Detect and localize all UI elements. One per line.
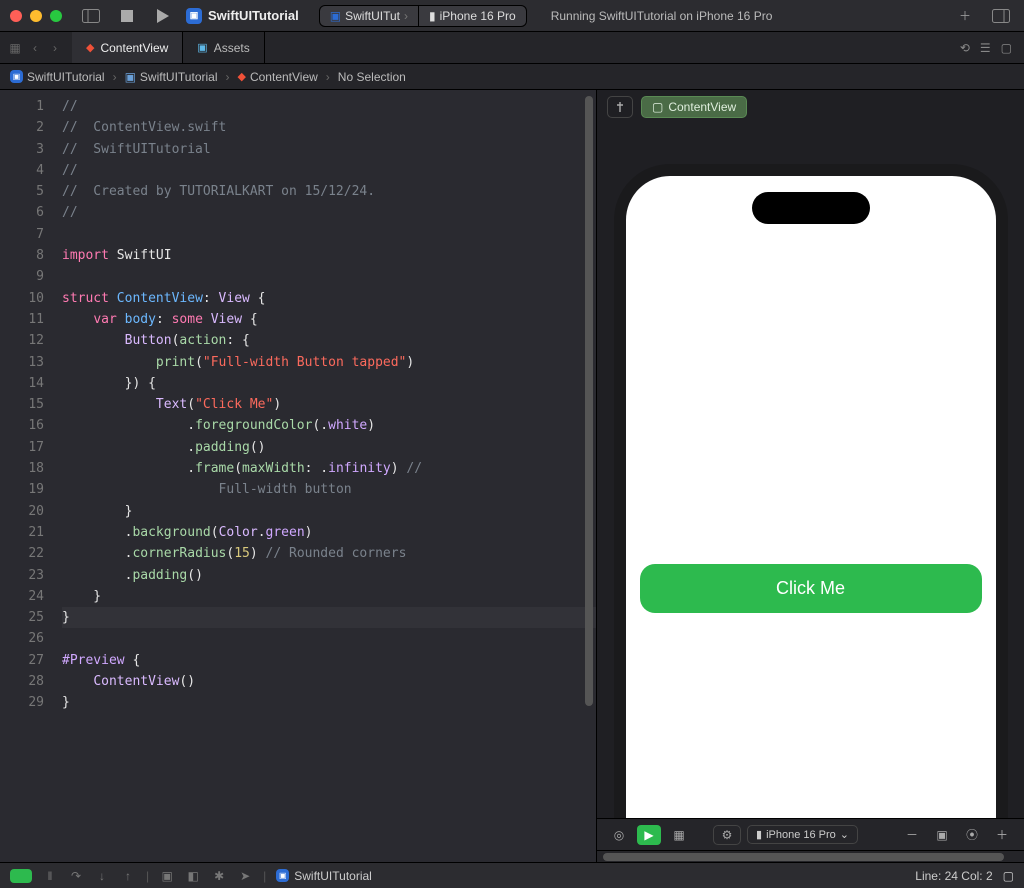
pin-preview-button[interactable] [607,96,633,118]
scheme-target-label: SwiftUITut [345,9,400,23]
file-tab[interactable]: ▣ Assets [183,32,264,63]
build-status: Running SwiftUITutorial on iPhone 16 Pro [551,9,773,23]
console-toggle-icon[interactable]: ▢ [1003,869,1014,883]
step-over-icon[interactable]: ↷ [68,869,84,883]
chevron-right-icon: › [326,70,330,84]
device-frame: Click Me [614,164,1008,818]
close-window-button[interactable] [10,10,22,22]
chevron-right-icon: › [226,70,230,84]
line-gutter: 1234567891011121314151617181920212223242… [0,90,56,862]
source-code[interactable]: //// ContentView.swift// SwiftUITutorial… [56,90,596,862]
asset-catalog-icon: ▣ [197,41,207,54]
preview-button-label: Click Me [776,578,845,598]
window-controls [10,10,62,22]
variants-button[interactable]: ▦ [667,825,691,845]
chevron-right-icon: › [113,70,117,84]
breadcrumb: ▣ SwiftUITutorial › ▣ SwiftUITutorial › … [0,64,1024,90]
file-tabbar: ▦ ‹ › ◆ ContentView ▣ Assets ⟲ ☰ ▢ [0,32,1024,64]
environment-overrides-icon[interactable]: ✱ [211,869,227,883]
zoom-fit-button[interactable]: ▣ [930,825,954,845]
scheme-selector[interactable]: ▣ SwiftUITut › ▮ iPhone 16 Pro [319,5,527,27]
zoom-in-button[interactable]: ＋ [990,825,1014,845]
sidebar-toggle-icon[interactable] [78,6,104,26]
project-name-label: SwiftUITutorial [208,8,299,23]
stop-button[interactable] [114,6,140,26]
preview-button[interactable]: Click Me [640,564,982,613]
titlebar: ▣ SwiftUITutorial ▣ SwiftUITut › ▮ iPhon… [0,0,1024,32]
fullscreen-button[interactable] [50,10,62,22]
file-tab[interactable]: ◆ ContentView [72,32,183,63]
breadcrumb-item[interactable]: ▣ SwiftUITutorial [125,70,218,84]
app-icon: ▣ [186,8,202,24]
horizontal-scrollbar[interactable] [597,850,1024,862]
debug-target[interactable]: ▣ SwiftUITutorial [276,869,372,883]
device-icon: ▮ [756,828,762,841]
device-settings-button[interactable]: ⚙ [713,825,741,845]
app-icon: ▣ [10,70,23,83]
preview-target-label: ContentView [668,100,736,114]
nav-back-button[interactable]: ‹ [26,41,44,55]
debug-status-pill[interactable] [10,869,32,883]
minimize-window-button[interactable] [30,10,42,22]
vertical-scrollbar[interactable] [582,90,596,862]
step-into-icon[interactable]: ↓ [94,869,110,883]
selectable-preview-button[interactable]: ▶ [637,825,661,845]
related-items-icon[interactable]: ▦ [6,41,24,55]
device-icon: ▮ [429,9,436,23]
pause-debug-icon[interactable]: ‖ [42,869,58,883]
scheme-device-label: iPhone 16 Pro [440,9,516,23]
breadcrumb-item[interactable]: ◆ ContentView [238,70,318,84]
debug-view-icon[interactable]: ▣ [159,869,175,883]
app-preview-content: Click Me [626,176,996,818]
preview-toolbar: ▢ ContentView [597,90,1024,124]
zoom-out-button[interactable]: － [900,825,924,845]
memory-graph-icon[interactable]: ◧ [185,869,201,883]
scheme-device[interactable]: ▮ iPhone 16 Pro [419,5,527,27]
project-name[interactable]: ▣ SwiftUITutorial [186,8,299,24]
refresh-icon[interactable]: ⟲ [960,41,970,55]
debug-target-label: SwiftUITutorial [294,869,372,883]
chevron-down-icon: ⌄ [840,828,849,841]
nav-forward-button[interactable]: › [46,41,64,55]
folder-icon: ▣ [125,70,136,84]
library-toggle-icon[interactable] [988,6,1014,26]
preview-bottom-toolbar: ◎ ▶ ▦ ⚙ ▮ iPhone 16 Pro ⌄ － ▣ ⦿ ＋ [597,818,1024,850]
add-button[interactable]: ＋ [952,6,978,26]
preview-target-chip[interactable]: ▢ ContentView [641,96,747,118]
main-area: 1234567891011121314151617181920212223242… [0,90,1024,862]
preview-device-label: iPhone 16 Pro [766,829,836,841]
editor-options-icon[interactable]: ☰ [980,41,991,55]
file-tab-label: Assets [214,41,250,55]
preview-pane: ▢ ContentView Click Me ◎ ▶ ▦ ⚙ ▮ iPh [596,90,1024,862]
target-icon: ▣ [330,9,341,23]
preview-canvas[interactable]: Click Me [597,124,1024,818]
live-preview-button[interactable]: ◎ [607,825,631,845]
cursor-position: Line: 24 Col: 2 [915,869,992,883]
code-editor[interactable]: 1234567891011121314151617181920212223242… [0,90,596,862]
swift-file-icon: ◆ [238,70,246,83]
step-out-icon[interactable]: ↑ [120,869,136,883]
bottom-toolbar: ‖ ↷ ↓ ↑ | ▣ ◧ ✱ ➤ | ▣ SwiftUITutorial Li… [0,862,1024,888]
app-icon: ▣ [276,869,289,882]
swift-file-icon: ◆ [86,41,94,54]
location-icon[interactable]: ➤ [237,869,253,883]
zoom-actual-button[interactable]: ⦿ [960,825,984,845]
preview-device-selector[interactable]: ▮ iPhone 16 Pro ⌄ [747,825,858,844]
breadcrumb-item[interactable]: ▣ SwiftUITutorial [10,70,105,84]
inspector-toggle-icon[interactable]: ▢ [1001,41,1012,55]
run-button[interactable] [150,6,176,26]
breadcrumb-item[interactable]: No Selection [338,70,406,84]
chevron-right-icon: › [404,9,408,23]
scheme-target[interactable]: ▣ SwiftUITut › [319,5,419,27]
file-tab-label: ContentView [100,41,168,55]
preview-target-icon: ▢ [652,100,663,114]
